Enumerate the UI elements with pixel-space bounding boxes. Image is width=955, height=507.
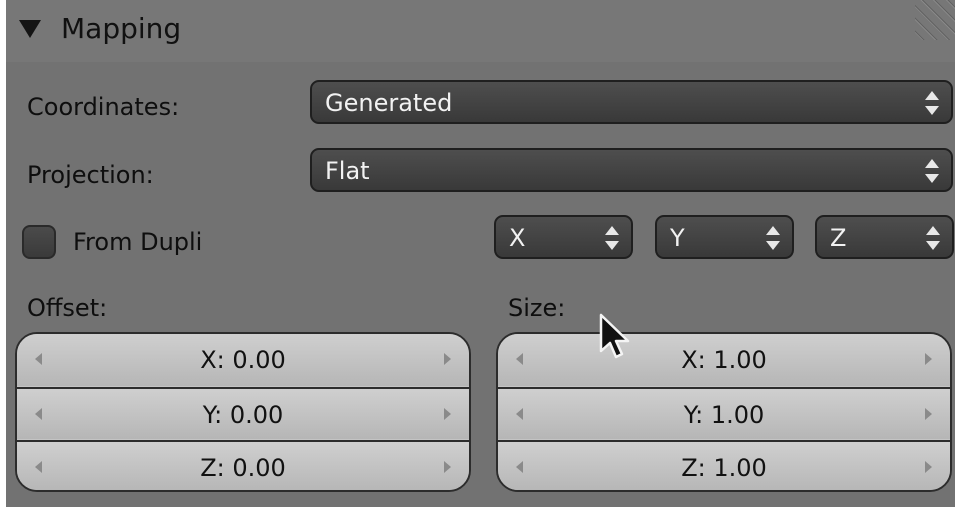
size-y-field[interactable]: Y: 1.00 [498,387,950,439]
offset-z-value: Z: 0.00 [200,454,286,482]
size-z-field[interactable]: Z: 1.00 [498,440,950,490]
from-dupli-label[interactable]: From Dupli [73,228,202,256]
updown-arrows-icon [926,226,940,250]
updown-arrows-icon [925,91,939,115]
z-axis-value: Z [830,224,847,252]
from-dupli-checkbox[interactable] [22,225,56,259]
panel-title: Mapping [61,12,182,45]
y-axis-selector[interactable]: Y [655,215,794,259]
projection-label: Projection: [27,161,154,189]
offset-y-field[interactable]: Y: 0.00 [17,387,469,439]
x-axis-selector[interactable]: X [494,215,633,259]
increment-arrow-icon[interactable] [925,408,932,420]
size-z-value: Z: 1.00 [681,454,767,482]
mouse-cursor-icon [599,313,630,359]
size-label: Size: [508,294,566,322]
z-axis-selector[interactable]: Z [815,215,954,259]
coordinates-dropdown[interactable]: Generated [310,80,953,124]
triangle-down-icon[interactable] [19,20,41,38]
offset-label: Offset: [27,294,108,322]
projection-dropdown[interactable]: Flat [310,148,953,192]
size-x-value: X: 1.00 [681,346,767,374]
resize-grip-icon[interactable] [915,0,955,40]
increment-arrow-icon[interactable] [925,461,932,473]
offset-y-value: Y: 0.00 [202,401,284,429]
updown-arrows-icon [766,226,780,250]
increment-arrow-icon[interactable] [444,353,451,365]
updown-arrows-icon [925,159,939,183]
size-y-value: Y: 1.00 [683,401,765,429]
updown-arrows-icon [605,226,619,250]
offset-group: X: 0.00 Y: 0.00 Z: 0.00 [15,332,471,492]
projection-value: Flat [325,157,370,185]
increment-arrow-icon[interactable] [444,461,451,473]
x-axis-value: X [509,224,526,252]
offset-z-field[interactable]: Z: 0.00 [17,440,469,490]
increment-arrow-icon[interactable] [925,353,932,365]
size-group: X: 1.00 Y: 1.00 Z: 1.00 [496,332,952,492]
increment-arrow-icon[interactable] [444,408,451,420]
offset-x-field[interactable]: X: 0.00 [17,334,469,386]
y-axis-value: Y [670,224,685,252]
size-x-field[interactable]: X: 1.00 [498,334,950,386]
offset-x-value: X: 0.00 [200,346,286,374]
coordinates-label: Coordinates: [27,93,180,121]
coordinates-value: Generated [325,89,453,117]
